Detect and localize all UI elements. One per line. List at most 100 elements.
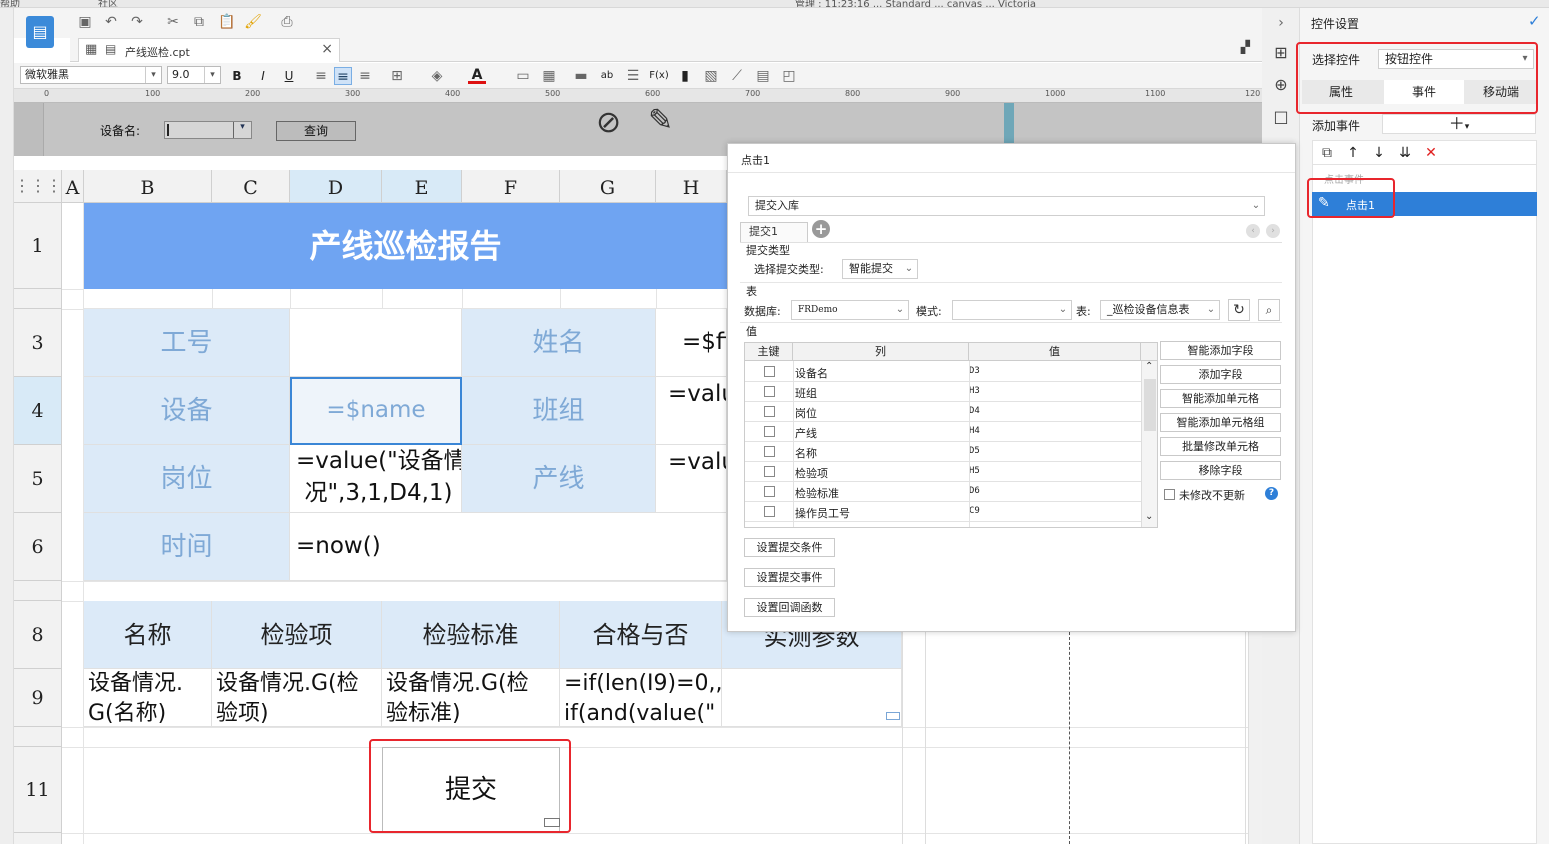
image-icon[interactable]: ▧ bbox=[702, 67, 720, 85]
submit-type-select[interactable]: 智能提交 ⌄ bbox=[842, 259, 918, 279]
scroll-up-icon[interactable]: ⌃ bbox=[1145, 361, 1153, 372]
primary-key-checkbox[interactable] bbox=[764, 446, 775, 457]
paste-icon[interactable]: 📋 bbox=[218, 13, 236, 31]
preview-icon[interactable]: ⎙ bbox=[278, 13, 296, 31]
primary-key-checkbox[interactable] bbox=[764, 406, 775, 417]
merge-cell-icon[interactable]: ▭ bbox=[514, 67, 532, 85]
cell-b6[interactable]: 时间 bbox=[84, 513, 290, 581]
bar-chart-icon[interactable]: ▮ bbox=[676, 67, 694, 85]
remove-field-button[interactable]: 移除字段 bbox=[1160, 461, 1281, 480]
set-callback-button[interactable]: 设置回调函数 bbox=[744, 598, 835, 617]
underline-icon[interactable]: U bbox=[280, 67, 298, 85]
cell-d6[interactable]: =now() bbox=[290, 513, 727, 581]
cell-b9[interactable]: 设备情况. G(名称) bbox=[84, 669, 212, 727]
tab-next-icon[interactable]: › bbox=[1266, 224, 1280, 238]
smart-add-field-button[interactable]: 智能添加字段 bbox=[1160, 341, 1281, 360]
table-scrollbar[interactable]: ⌃ ⌄ bbox=[1141, 361, 1157, 527]
cell-h4[interactable]: =valu bbox=[656, 377, 727, 445]
column-header-a[interactable]: A bbox=[62, 170, 84, 203]
cell-i9[interactable] bbox=[722, 669, 902, 727]
bold-icon[interactable]: B bbox=[228, 67, 246, 85]
file-tab[interactable]: ▦ ▤ 产线巡检.cpt × bbox=[78, 38, 340, 62]
primary-key-checkbox[interactable] bbox=[764, 366, 775, 377]
column-header-g[interactable]: G bbox=[560, 170, 656, 203]
move-up-icon[interactable]: ↑ bbox=[1344, 144, 1362, 162]
row-header-9[interactable]: 9 bbox=[14, 669, 62, 727]
font-color-icon[interactable]: A bbox=[468, 66, 486, 84]
cut-icon[interactable]: ✂ bbox=[164, 13, 182, 31]
table-row[interactable]: 岗位 D4 bbox=[745, 402, 1141, 422]
cell-d4-selected[interactable]: =$name bbox=[290, 377, 462, 445]
close-tab-icon[interactable]: × bbox=[321, 41, 333, 57]
row-header-3[interactable]: 3 bbox=[14, 309, 62, 377]
cell-b3[interactable]: 工号 bbox=[84, 309, 290, 377]
border-icon[interactable]: ⊞ bbox=[388, 67, 406, 85]
cell-attr-icon[interactable]: ⊞ bbox=[1272, 44, 1290, 62]
tab-prev-icon[interactable]: ‹ bbox=[1246, 224, 1260, 238]
add-tab-icon[interactable]: + bbox=[812, 220, 830, 238]
not-modified-checkbox[interactable] bbox=[1164, 489, 1175, 500]
list-icon[interactable]: ☰ bbox=[624, 67, 642, 85]
redo-icon[interactable]: ↷ bbox=[128, 13, 146, 31]
database-select[interactable]: FRDemo ⌄ bbox=[791, 300, 909, 320]
copy-icon[interactable]: ⧉ bbox=[190, 13, 208, 31]
italic-icon[interactable]: I bbox=[254, 67, 272, 85]
table-row[interactable]: 班组 H3 bbox=[745, 382, 1141, 402]
widget-attr-icon[interactable]: □ bbox=[1272, 108, 1290, 126]
cell-e8[interactable]: 检验标准 bbox=[382, 601, 560, 669]
widget-icon[interactable]: ◰ bbox=[780, 67, 798, 85]
column-header-f[interactable]: F bbox=[462, 170, 560, 203]
sort-icon[interactable]: ⇊ bbox=[1396, 144, 1414, 162]
primary-key-checkbox[interactable] bbox=[764, 466, 775, 477]
select-all-icon[interactable]: ⋮⋮⋮ bbox=[14, 170, 62, 203]
table-row[interactable]: 设备名 D3 bbox=[745, 362, 1141, 382]
cell-d5[interactable]: =value("设备情 况",3,1,D4,1) bbox=[290, 445, 462, 513]
batch-modify-cell-button[interactable]: 批量修改单元格 bbox=[1160, 437, 1281, 456]
column-header-e[interactable]: E bbox=[382, 170, 462, 203]
row-header-1[interactable]: 1 bbox=[14, 203, 62, 289]
tab-submit-1[interactable]: 提交1 bbox=[740, 222, 808, 242]
primary-key-checkbox[interactable] bbox=[764, 426, 775, 437]
row-header-2[interactable] bbox=[14, 289, 62, 309]
refresh-icon[interactable]: ↻ bbox=[1228, 299, 1250, 321]
column-header-d[interactable]: D bbox=[290, 170, 382, 203]
align-center-icon[interactable]: ≡ bbox=[334, 67, 352, 85]
cell-f4[interactable]: 班组 bbox=[462, 377, 656, 445]
delete-event-icon[interactable]: ✕ bbox=[1422, 144, 1440, 162]
align-left-icon[interactable]: ≡ bbox=[312, 67, 330, 85]
edit-pencil-icon[interactable]: ✎ bbox=[648, 103, 673, 138]
column-header-b[interactable]: B bbox=[84, 170, 212, 203]
table-row[interactable]: 检验标准 D6 bbox=[745, 482, 1141, 502]
app-logo-icon[interactable]: ▤ bbox=[26, 16, 54, 48]
cell-b8[interactable]: 名称 bbox=[84, 601, 212, 669]
align-right-icon[interactable]: ≡ bbox=[356, 67, 374, 85]
smart-add-cell-button[interactable]: 智能添加单元格 bbox=[1160, 389, 1281, 408]
format-brush-icon[interactable]: 🖌 bbox=[244, 13, 262, 31]
set-submit-event-button[interactable]: 设置提交事件 bbox=[744, 568, 835, 587]
cell-g9[interactable]: =if(len(I9)=0,, if(and(value(" bbox=[560, 669, 722, 727]
cell-f5[interactable]: 产线 bbox=[462, 445, 656, 513]
font-family-select[interactable]: 微软雅黑 ▾ bbox=[20, 66, 162, 84]
condition-icon[interactable]: ⊕ bbox=[1272, 76, 1290, 94]
cell-c8[interactable]: 检验项 bbox=[212, 601, 382, 669]
cell-e9[interactable]: 设备情况.G(检 验标准) bbox=[382, 669, 560, 727]
set-submit-condition-button[interactable]: 设置提交条件 bbox=[744, 538, 835, 557]
table-row[interactable]: 产线 H4 bbox=[745, 422, 1141, 442]
text-icon[interactable]: ab bbox=[598, 67, 616, 85]
table-select[interactable]: _巡检设备信息表 ⌄ bbox=[1100, 300, 1220, 320]
table-icon[interactable]: ▦ bbox=[540, 67, 558, 85]
table-row[interactable]: 操作员工号 C9 bbox=[745, 502, 1141, 522]
save-icon[interactable]: ▣ bbox=[76, 13, 94, 31]
menu-help[interactable]: 帮助 bbox=[0, 0, 20, 7]
formula-icon[interactable]: F(x) bbox=[648, 67, 670, 85]
edit-check-icon[interactable]: ✓ bbox=[1528, 12, 1541, 30]
help-icon[interactable]: ? bbox=[1265, 487, 1278, 500]
chevron-right-icon[interactable]: › bbox=[1272, 14, 1290, 32]
action-type-select[interactable]: 提交入库 ⌄ bbox=[748, 196, 1265, 216]
move-down-icon[interactable]: ↓ bbox=[1370, 144, 1388, 162]
cell-b5[interactable]: 岗位 bbox=[84, 445, 290, 513]
cell-d3[interactable] bbox=[290, 309, 462, 377]
device-name-input[interactable]: ▾ bbox=[164, 121, 252, 139]
cell-c9[interactable]: 设备情况.G(检 验项) bbox=[212, 669, 382, 727]
row-header-5[interactable]: 5 bbox=[14, 445, 62, 513]
